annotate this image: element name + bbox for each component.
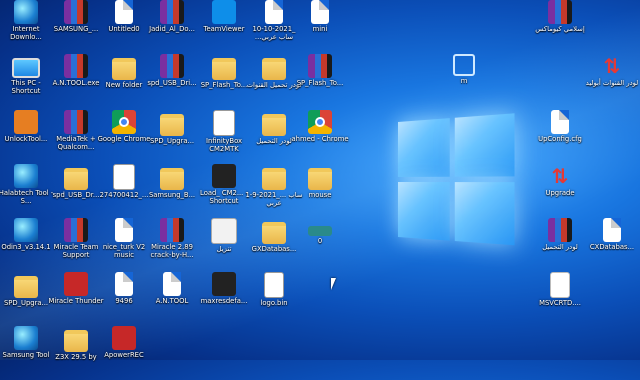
file-icon <box>603 218 621 242</box>
file-icon <box>115 272 133 296</box>
folder-icon <box>262 58 286 80</box>
file-icon <box>265 0 283 24</box>
desktop-icon[interactable]: m <box>434 52 494 108</box>
file-icon <box>311 0 329 24</box>
r-shortcut-icon <box>212 164 236 188</box>
rar-archive-icon <box>548 0 572 24</box>
desktop-icon[interactable]: Jadid_Al_Do... <box>142 0 202 54</box>
network-icon <box>453 54 475 76</box>
rar-archive-icon <box>64 110 88 134</box>
windows-logo-wallpaper <box>398 113 518 249</box>
desktop-icon-label: Jadid_Al_Do... <box>149 25 195 33</box>
desktop-icon-label: A.N.TOOL <box>155 297 189 305</box>
certificate-icon <box>550 272 570 298</box>
desktop-icon-label: mini <box>312 25 328 33</box>
teamviewer-icon <box>212 0 236 24</box>
desktop-icon[interactable]: لودر التحميل <box>530 216 590 272</box>
miracle-thunder-icon <box>64 272 88 296</box>
desktop-icon-label: SPD_Upgra... <box>149 137 195 145</box>
folder-icon <box>112 58 136 80</box>
folder-icon <box>212 58 236 80</box>
desktop-icon-label: Miracle 2.89 crack-by-H... <box>150 243 194 259</box>
idm-icon <box>14 0 38 24</box>
desktop-icon-label: mouse <box>308 191 332 199</box>
desktop-icon[interactable]: ApowerREC <box>94 324 154 380</box>
desktop-icon[interactable]: Samsung_B... <box>142 162 202 218</box>
chrome-icon <box>308 110 332 134</box>
desktop-icon-label: 0 <box>317 237 323 245</box>
desktop-icon[interactable]: CXDatabas... <box>582 216 640 272</box>
file-icon <box>115 0 133 24</box>
folder-icon <box>262 114 286 136</box>
halabtech-icon <box>14 164 38 188</box>
desktop-icon[interactable]: spd_USB_Dri... <box>142 52 202 108</box>
desktop-icon[interactable]: ⇅ لودر القنوات أبوليد <box>582 52 640 108</box>
image-file-icon <box>113 164 135 190</box>
desktop-icon-label: ahmed - Chrome <box>291 135 349 143</box>
unlocktool-icon <box>14 110 38 134</box>
rar-archive-icon <box>64 54 88 78</box>
desktop-icon-label: Samsung_B... <box>148 191 196 199</box>
desktop-icon-label: MSVCRTD.... <box>539 299 581 307</box>
file-icon <box>264 272 284 298</box>
desktop-icon[interactable]: mouse <box>290 162 350 218</box>
desktop-icon[interactable]: mini <box>290 0 350 54</box>
desktop-icon[interactable]: إسلامي كيوماكس <box>530 0 590 54</box>
chrome-icon <box>112 110 136 134</box>
desktop-icon-label: m <box>460 77 468 85</box>
folder-icon <box>160 168 184 190</box>
arrows-icon: ⇅ <box>551 164 569 188</box>
rar-archive-icon <box>160 0 184 24</box>
desktop-icon[interactable]: ahmed - Chrome <box>290 108 350 164</box>
folder-icon <box>262 222 286 244</box>
desktop-icon[interactable]: MSVCRTD.... <box>530 270 590 326</box>
desktop-icon[interactable]: SPD_Upgra... <box>142 108 202 164</box>
image-icon <box>212 272 236 296</box>
desktop-icon-label: Upgrade <box>545 189 575 197</box>
desktop-icon-label: CXDatabas... <box>589 243 635 251</box>
desktop-icon-label: لودر التحميل <box>542 243 578 251</box>
desktop-icon[interactable]: logo.bin <box>244 270 304 326</box>
rar-archive-icon <box>160 54 184 78</box>
folder-icon <box>308 168 332 190</box>
rar-archive-icon <box>160 218 184 242</box>
file-icon <box>551 110 569 134</box>
rar-archive-icon <box>308 54 332 78</box>
file-icon <box>163 272 181 296</box>
mouse-cursor-icon <box>331 278 336 290</box>
miracle-icon <box>64 218 88 242</box>
desktop-icon[interactable]: ⇅ Upgrade <box>530 162 590 218</box>
folder-icon <box>64 168 88 190</box>
desktop-icon-label: لودر القنوات أبوليد <box>585 79 639 87</box>
desktop-icon[interactable]: A.N.TOOL <box>142 270 202 326</box>
infinity-icon <box>213 110 235 136</box>
desktop-icon-label: ApowerREC <box>104 351 144 359</box>
arrows-icon: ⇅ <box>603 54 621 78</box>
bar-icon <box>308 226 332 236</box>
rar-archive-icon <box>64 0 88 24</box>
folder-icon <box>64 330 88 352</box>
this-pc-icon <box>12 58 40 78</box>
apowerrec-icon <box>112 326 136 350</box>
odin-icon <box>14 218 38 242</box>
folder-icon <box>14 276 38 298</box>
desktop-icon-label: spd_USB_Dri... <box>147 79 197 87</box>
desktop-icon-label: SP_Flash_To... <box>296 79 344 87</box>
desktop-icon-label: UpConfig.cfg <box>538 135 582 143</box>
desktop-icon-label: إسلامي كيوماكس <box>535 25 585 33</box>
rar-archive-icon <box>548 218 572 242</box>
file-icon <box>211 218 237 244</box>
desktop-icon-label: logo.bin <box>260 299 288 307</box>
file-icon <box>115 218 133 242</box>
desktop-icon[interactable]: 0 <box>290 216 350 272</box>
samsung-tool-icon <box>14 326 38 350</box>
desktop-icon[interactable]: UpConfig.cfg <box>530 108 590 164</box>
desktop-icon[interactable]: Miracle 2.89 crack-by-H... <box>142 216 202 272</box>
desktop-icon[interactable]: SP_Flash_To... <box>290 52 350 108</box>
folder-icon <box>262 168 286 190</box>
folder-icon <box>160 114 184 136</box>
